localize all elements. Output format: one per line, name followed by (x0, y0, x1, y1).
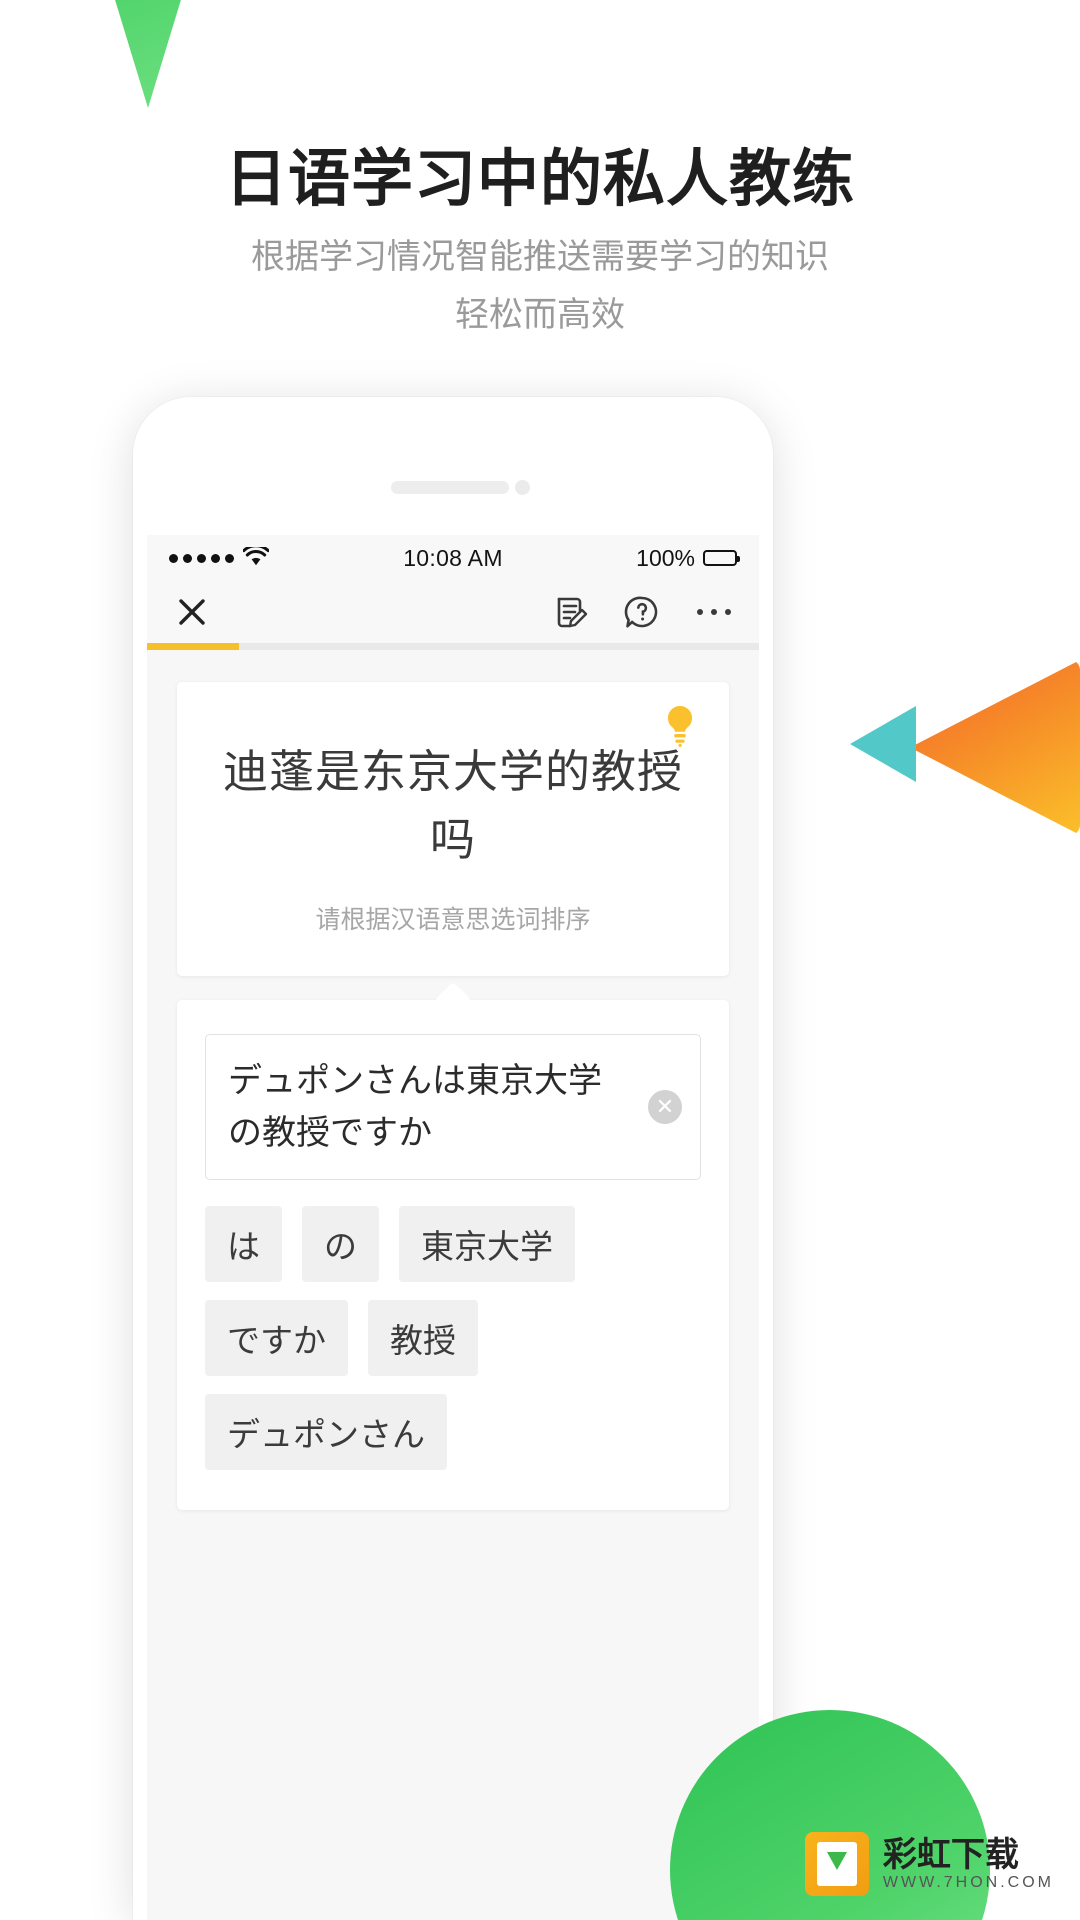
download-logo-icon (804, 1832, 869, 1896)
lightbulb-icon[interactable] (659, 702, 701, 750)
status-bar: 10:08 AM 100% (147, 535, 759, 581)
watermark-title: 彩虹下载 (882, 1836, 1019, 1874)
phone-camera-icon (515, 480, 530, 495)
phone-screen: 10:08 AM 100% 迪蓬是东京大学的教授吗 请根据汉语意思选词排序 デュ… (147, 535, 759, 1920)
question-prompt: 迪蓬是东京大学的教授吗 (222, 746, 683, 865)
question-instruction: 请根据汉语意思选词排序 (315, 906, 591, 934)
word-bank: はの東京大学 ですか 教授デュポンさん (205, 1206, 701, 1470)
card-notch (434, 981, 472, 1019)
page-subtitle: 根据学习情况智能推送需要学习的知识 轻松而高效 (0, 228, 1080, 344)
answer-card: デュポンさんは東京大学の教授ですか ✕ はの東京大学 ですか 教授 デュポンさん (177, 981, 729, 1510)
word-chip[interactable]: の (302, 1206, 379, 1282)
decoration-triangle-orange (910, 660, 1080, 835)
word-chip[interactable]: デュポンさん (205, 1394, 447, 1470)
word-chip[interactable]: 教授 (368, 1300, 478, 1376)
signal-dots-icon (169, 553, 234, 563)
question-card: 迪蓬是东京大学的教授吗 请根据汉语意思选词排序 (177, 682, 729, 976)
word-chip[interactable]: は (205, 1206, 282, 1282)
question-bubble-icon[interactable] (623, 593, 661, 631)
app-nav-bar (147, 581, 759, 643)
status-bar-time: 10:08 AM (403, 544, 503, 571)
decoration-triangle-green (70, 0, 226, 108)
answer-value: デュポンさんは東京大学の教授ですか (228, 1062, 602, 1152)
close-icon[interactable] (173, 593, 211, 631)
decoration-triangle-teal (850, 706, 916, 782)
phone-top-bezel (133, 397, 773, 535)
watermark: 彩虹下载 WWW.7HON.COM (804, 1832, 1054, 1896)
nav-left-group (173, 593, 551, 631)
page-title: 日语学习中的私人教练 (224, 145, 855, 214)
more-dots-icon[interactable] (695, 606, 733, 618)
watermark-text: 彩虹下载 WWW.7HON.COM (883, 1836, 1054, 1892)
promo-screenshot: 日语学习中的私人教练 根据学习情况智能推送需要学习的知识 轻松而高效 10:08… (0, 0, 1080, 1920)
status-bar-right: 100% (550, 544, 740, 572)
status-bar-left (169, 543, 356, 572)
nav-right-group (551, 593, 733, 631)
battery-full-icon (702, 550, 740, 566)
subtitle-line-1: 根据学习情况智能推送需要学习的知识 (251, 238, 829, 276)
phone-speaker (391, 481, 509, 494)
lesson-progress-fill (147, 643, 239, 650)
word-chip[interactable]: 東京大学 (399, 1206, 575, 1282)
wifi-icon (242, 543, 270, 572)
phone-mockup: 10:08 AM 100% 迪蓬是东京大学的教授吗 请根据汉语意思选词排序 デュ… (133, 397, 773, 1920)
lesson-progress-bar (147, 643, 759, 650)
subtitle-line-2: 轻松而高效 (455, 296, 625, 334)
word-chip[interactable]: ですか (205, 1300, 348, 1376)
clear-circle-icon[interactable]: ✕ (648, 1090, 682, 1124)
watermark-url: WWW.7HON.COM (882, 1874, 1054, 1891)
exercise-content: 迪蓬是东京大学的教授吗 请根据汉语意思选词排序 デュポンさんは東京大学の教授です… (147, 682, 759, 1920)
battery-percent-label: 100% (636, 544, 695, 571)
answer-input[interactable]: デュポンさんは東京大学の教授ですか ✕ (205, 1034, 701, 1180)
note-edit-icon[interactable] (551, 593, 589, 631)
